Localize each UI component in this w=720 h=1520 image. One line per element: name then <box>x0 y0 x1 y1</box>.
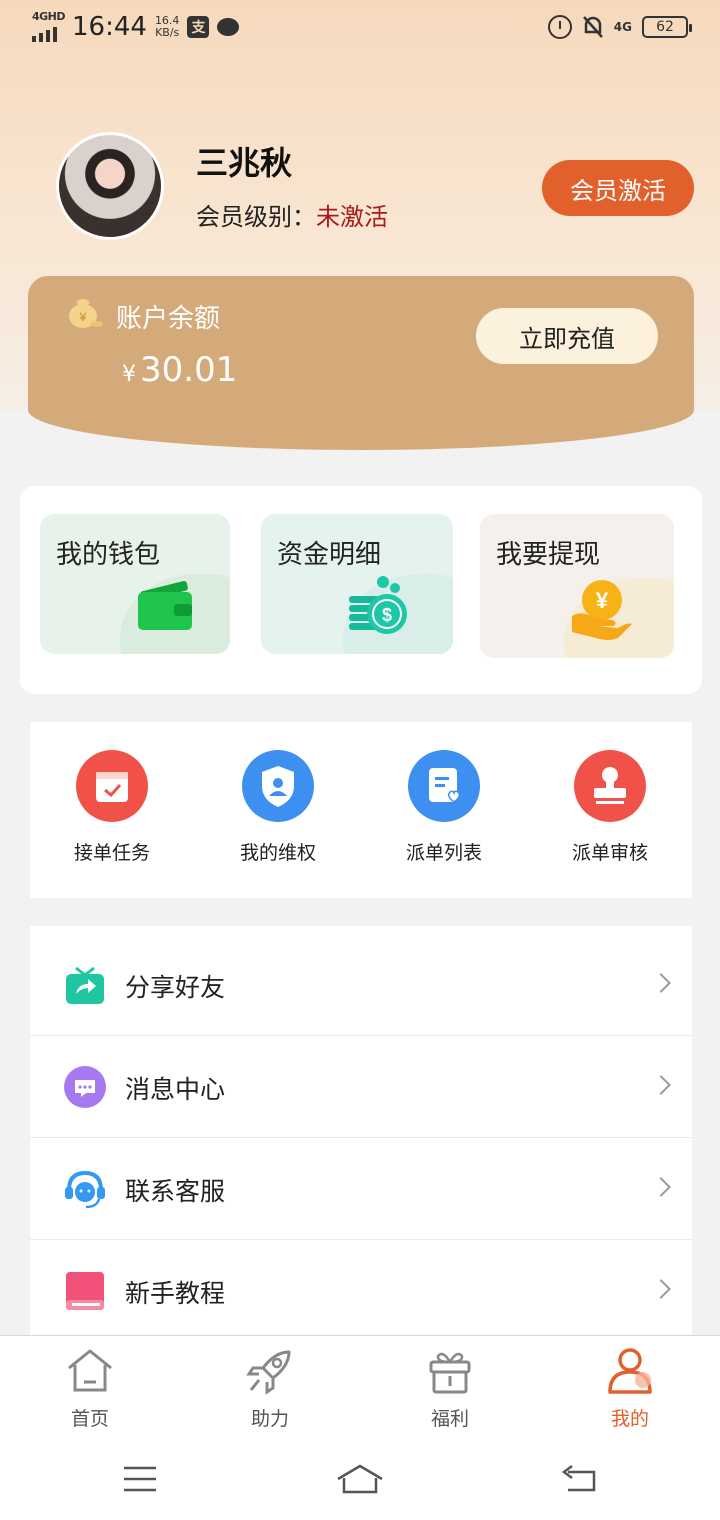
chevron-right-icon <box>651 1177 671 1197</box>
gift-icon <box>429 1352 471 1394</box>
chat-notification-icon <box>217 18 240 36</box>
status-bar: 4GHD 16:44 16.4 KB/s 支 4G 62 <box>0 0 720 58</box>
wallet-icon <box>138 580 192 630</box>
dispatch-review-button[interactable]: 派单审核 <box>550 750 670 865</box>
coins-icon: $ <box>349 576 407 634</box>
calendar-check-icon <box>76 750 148 822</box>
balance-label: 账户余额 <box>116 304 221 334</box>
svg-text:¥: ¥ <box>79 310 87 324</box>
battery-icon: 62 <box>642 16 692 38</box>
dispatch-list-button[interactable]: 派单列表 <box>384 750 504 865</box>
tab-mine[interactable]: 我的 <box>580 1346 680 1431</box>
my-rights-button[interactable]: 我的维权 <box>218 750 338 865</box>
menu-item-customer-service[interactable]: 联系客服 <box>30 1138 692 1240</box>
withdraw-icon: ¥ <box>572 580 632 640</box>
money-bag-icon: ¥ <box>69 299 103 328</box>
stamp-icon <box>574 750 646 822</box>
network-label: 4GHD <box>32 10 66 23</box>
rocket-icon <box>246 1350 291 1395</box>
home-nav-icon[interactable] <box>336 1462 384 1496</box>
share-gift-icon <box>66 966 104 1004</box>
chevron-right-icon <box>651 1279 671 1299</box>
activate-membership-button[interactable]: 会员激活 <box>542 160 694 216</box>
user-icon <box>608 1348 652 1394</box>
chevron-right-icon <box>651 1075 671 1095</box>
tab-welfare[interactable]: 福利 <box>400 1346 500 1431</box>
signal-icon: 4GHD <box>32 10 66 42</box>
username: 三兆秋 <box>196 144 293 182</box>
menu-item-share-friends[interactable]: 分享好友 <box>30 934 692 1036</box>
network-4g: 4G <box>613 20 632 34</box>
home-icon <box>68 1349 112 1392</box>
svg-text:$: $ <box>382 605 392 625</box>
tab-home[interactable]: 首页 <box>40 1346 140 1431</box>
balance-amount: ¥30.01 <box>122 350 238 390</box>
menu-icon[interactable] <box>120 1462 160 1496</box>
member-level: 会员级别：未激活 <box>196 197 388 232</box>
my-wallet-card[interactable]: 我的钱包 <box>40 514 230 654</box>
headset-icon <box>65 1170 105 1209</box>
menu-item-message-center[interactable]: 消息中心 <box>30 1036 692 1138</box>
fund-details-card[interactable]: 资金明细 $ <box>261 514 453 654</box>
tab-boost[interactable]: 助力 <box>220 1346 320 1431</box>
menu-item-beginner-tutorial[interactable]: 新手教程 <box>30 1240 692 1342</box>
member-level-value: 未激活 <box>316 203 388 231</box>
book-icon <box>66 1272 104 1310</box>
shield-user-icon <box>242 750 314 822</box>
alarm-icon <box>547 15 572 39</box>
network-speed: 16.4 KB/s <box>154 14 180 39</box>
clock: 16:44 <box>72 12 147 42</box>
mute-bell-icon <box>582 16 603 38</box>
back-icon[interactable] <box>560 1462 600 1496</box>
alipay-icon: 支 <box>187 16 210 38</box>
message-icon <box>64 1066 106 1108</box>
withdraw-card[interactable]: 我要提现 ¥ <box>480 514 674 658</box>
svg-text:¥: ¥ <box>596 588 609 613</box>
chevron-right-icon <box>651 973 671 993</box>
member-level-label: 会员级别： <box>196 203 316 231</box>
recharge-button[interactable]: 立即充值 <box>476 308 658 364</box>
accept-order-task-button[interactable]: 接单任务 <box>52 750 172 865</box>
avatar[interactable] <box>56 132 164 240</box>
document-heart-icon <box>408 750 480 822</box>
